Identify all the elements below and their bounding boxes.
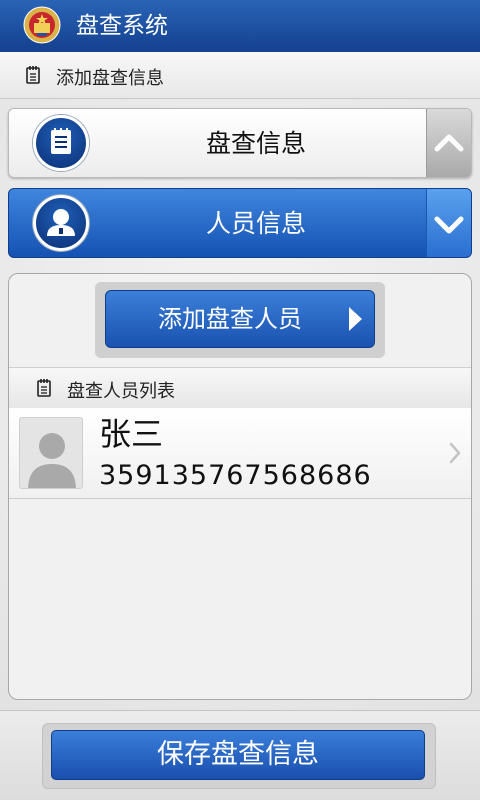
sub-header-label: 添加盘查信息 (56, 68, 164, 89)
person-panel: 添加盘查人员 盘查人员列表 张三 359135767568686 (8, 273, 472, 700)
chevron-up-icon[interactable] (426, 109, 471, 177)
notepad-icon (37, 379, 51, 397)
save-button-frame: 保存盘查信息 (42, 723, 436, 789)
add-person-button-frame: 添加盘查人员 (95, 282, 385, 358)
section-person-label: 人员信息 (205, 209, 306, 238)
arrow-right-icon (349, 307, 362, 331)
person-list-header: 盘查人员列表 (9, 367, 471, 409)
chevron-down-icon[interactable] (426, 189, 471, 257)
section-inspection-label: 盘查信息 (205, 129, 306, 158)
list-item[interactable]: 张三 359135767568686 (9, 408, 471, 499)
section-person-info[interactable]: 人员信息 (8, 188, 472, 258)
document-icon (33, 115, 89, 171)
chevron-right-icon (449, 442, 461, 464)
sub-header: 添加盘查信息 (0, 52, 480, 99)
notepad-icon (26, 66, 40, 84)
person-name: 张三 (99, 415, 164, 453)
person-id-number: 359135767568686 (99, 460, 372, 491)
person-icon (33, 195, 89, 251)
person-list-title: 盘查人员列表 (67, 381, 175, 402)
app-title: 盘查系统 (76, 13, 168, 39)
add-person-button[interactable]: 添加盘查人员 (105, 290, 375, 348)
avatar-placeholder-icon (19, 417, 83, 489)
section-inspection-info[interactable]: 盘查信息 (8, 108, 472, 178)
save-inspection-button[interactable]: 保存盘查信息 (51, 730, 425, 780)
police-emblem-icon (23, 6, 61, 44)
title-bar: 盘查系统 (0, 0, 480, 52)
bottom-bar: 保存盘查信息 (0, 710, 480, 800)
add-person-button-label: 添加盘查人员 (158, 305, 302, 333)
